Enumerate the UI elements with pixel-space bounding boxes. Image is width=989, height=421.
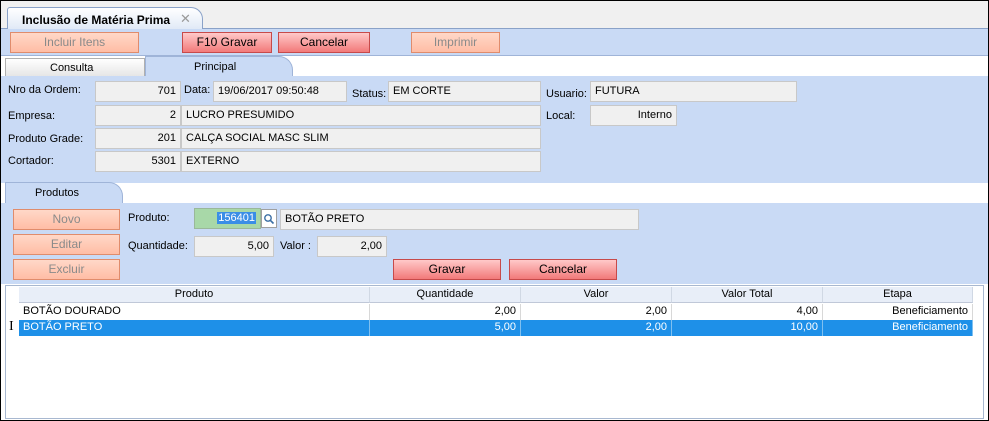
cell-valor: 2,00 — [521, 320, 672, 336]
produto-gravar-button[interactable]: Gravar — [393, 259, 501, 280]
nro-ordem-field[interactable]: 701 — [95, 81, 181, 102]
incluir-itens-button[interactable]: Incluir Itens — [10, 32, 139, 53]
cell-quantidade: 2,00 — [370, 304, 521, 320]
data-field[interactable]: 19/06/2017 09:50:48 — [213, 81, 347, 102]
produto-grade-code-field[interactable]: 201 — [95, 128, 181, 149]
cell-valor: 2,00 — [521, 304, 672, 320]
valor-field[interactable]: 2,00 — [317, 236, 387, 257]
cell-valor-total: 10,00 — [672, 320, 823, 336]
search-icon[interactable] — [261, 209, 277, 228]
cell-produto: BOTÃO PRETO — [19, 320, 370, 336]
produtos-panel: Novo Editar Excluir Produto: 156401 BOTÃ… — [1, 203, 988, 284]
empresa-code-field[interactable]: 2 — [95, 105, 181, 126]
cell-produto: BOTÃO DOURADO — [19, 304, 370, 320]
status-label: Status: — [352, 88, 387, 100]
produto-code-selection: 156401 — [217, 212, 256, 224]
tab-produtos[interactable]: Produtos — [5, 182, 123, 204]
toolbar: Incluir Itens F10 Gravar Cancelar Imprim… — [1, 29, 988, 56]
cortador-code-field[interactable]: 5301 — [95, 151, 181, 172]
cortador-name-field[interactable]: EXTERNO — [181, 151, 541, 172]
cancelar-button[interactable]: Cancelar — [278, 32, 370, 53]
cortador-label: Cortador: — [8, 155, 54, 167]
column-header-etapa[interactable]: Etapa — [823, 287, 973, 303]
quantidade-label: Quantidade: — [128, 240, 188, 252]
status-field[interactable]: EM CORTE — [388, 81, 541, 102]
local-field[interactable]: Interno — [590, 105, 677, 126]
usuario-field[interactable]: FUTURA — [590, 81, 797, 102]
novo-button[interactable]: Novo — [13, 209, 120, 230]
produto-grade-label: Produto Grade: — [8, 133, 84, 145]
produto-code-field[interactable]: 156401 — [194, 208, 261, 229]
table-row[interactable]: BOTÃO DOURADO 2,00 2,00 4,00 Beneficiame… — [19, 304, 974, 320]
usuario-label: Usuario: — [546, 88, 587, 100]
column-header-quantidade[interactable]: Quantidade — [370, 287, 521, 303]
tab-consulta-label: Consulta — [50, 62, 94, 74]
window: Inclusão de Matéria Prima ✕ Incluir Iten… — [0, 0, 989, 421]
nro-ordem-label: Nro da Ordem: — [8, 84, 81, 96]
gravar-button[interactable]: F10 Gravar — [182, 32, 272, 53]
empresa-label: Empresa: — [8, 110, 56, 122]
cell-etapa: Beneficiamento — [823, 320, 973, 336]
editar-button[interactable]: Editar — [13, 234, 120, 255]
cell-valor-total: 4,00 — [672, 304, 823, 320]
table-row-selected[interactable]: BOTÃO PRETO 5,00 2,00 10,00 Beneficiamen… — [19, 320, 974, 336]
imprimir-button[interactable]: Imprimir — [411, 32, 500, 53]
column-header-produto[interactable]: Produto — [19, 287, 370, 303]
text-cursor-icon: I — [9, 319, 14, 334]
produto-name-field[interactable]: BOTÃO PRETO — [280, 209, 639, 230]
data-label: Data: — [184, 84, 211, 96]
excluir-button[interactable]: Excluir — [13, 259, 120, 280]
column-header-valor-total[interactable]: Valor Total — [672, 287, 823, 303]
local-label: Local: — [546, 110, 576, 122]
tab-principal-label: Principal — [194, 61, 237, 73]
produto-grade-name-field[interactable]: CALÇA SOCIAL MASC SLIM — [181, 128, 541, 149]
produto-cancelar-button[interactable]: Cancelar — [509, 259, 617, 280]
cell-quantidade: 5,00 — [370, 320, 521, 336]
principal-panel: Nro da Ordem: 701 Data: 19/06/2017 09:50… — [1, 76, 988, 183]
close-icon[interactable]: ✕ — [180, 11, 191, 27]
tab-consulta[interactable]: Consulta — [5, 58, 145, 76]
produtos-tab-strip — [1, 183, 988, 203]
document-tab-title: Inclusão de Matéria Prima — [22, 13, 171, 27]
cell-etapa: Beneficiamento — [823, 304, 973, 320]
document-tab[interactable]: Inclusão de Matéria Prima ✕ — [7, 7, 203, 30]
quantidade-field[interactable]: 5,00 — [194, 236, 274, 257]
produto-label: Produto: — [128, 212, 170, 224]
empresa-name-field[interactable]: LUCRO PRESUMIDO — [181, 105, 541, 126]
column-header-valor[interactable]: Valor — [521, 287, 672, 303]
tab-principal[interactable]: Principal — [145, 56, 293, 77]
tab-produtos-label: Produtos — [35, 187, 80, 199]
valor-label: Valor : — [280, 240, 311, 252]
